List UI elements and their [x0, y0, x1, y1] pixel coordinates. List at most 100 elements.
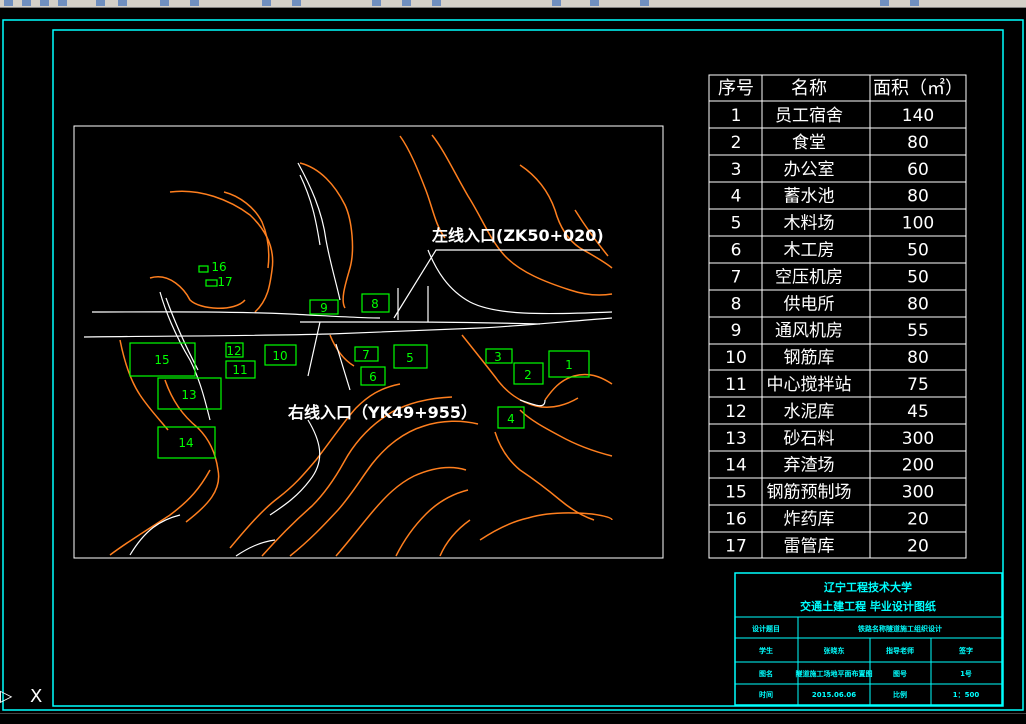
table-cell: 11 — [725, 375, 747, 395]
table-cell: 蓄水池 — [784, 187, 835, 207]
command-line[interactable] — [0, 713, 1026, 724]
table-cell: 1 — [731, 106, 742, 126]
table-cell: 中心搅拌站 — [767, 375, 852, 395]
row3-cell: 图名 — [759, 669, 773, 678]
row2-cell: 张晓东 — [824, 646, 845, 655]
site-plan-border — [73, 125, 664, 559]
table-cell: 17 — [725, 536, 747, 556]
table-cell: 140 — [902, 106, 934, 126]
ucs-arrow-icon: ▷ — [0, 686, 13, 705]
table-cell: 空压机房 — [775, 267, 843, 287]
marker-label-16: 16 — [211, 260, 226, 274]
row1-label: 设计题目 — [752, 624, 780, 633]
table-header: 名称 — [791, 78, 827, 99]
site-plan: 1 2 3 4 5 6 7 8 9 10 11 12 13 14 15 16 1… — [73, 125, 664, 559]
table-cell: 水泥库 — [784, 402, 835, 422]
table-cell: 3 — [731, 160, 742, 180]
table-text: 序号 名称 面积（㎡） — [718, 77, 963, 99]
table-cell: 13 — [725, 429, 747, 449]
table-cell: 员工宿舍 — [775, 106, 843, 126]
table-cell: 20 — [907, 536, 929, 556]
table-cell: 弃渣场 — [784, 456, 835, 476]
marker-label-1: 1 — [565, 358, 573, 372]
table-cell: 8 — [731, 294, 742, 314]
table-cell: 75 — [907, 375, 929, 395]
title-block-text: 辽宁工程技术大学 交通土建工程 毕业设计图纸 设计题目 铁路名称隧道施工组织设计… — [752, 580, 979, 699]
table-cell: 50 — [907, 241, 929, 261]
row4-cell: 时间 — [759, 690, 773, 699]
right-entrance-label: 右线入口（YK49+955） — [288, 403, 477, 422]
marker-label-7: 7 — [362, 348, 370, 362]
table-cell: 钢筋预制场 — [767, 483, 852, 503]
row4-cell: 2015.06.06 — [812, 691, 856, 699]
drawing-canvas[interactable]: 1 2 3 4 5 6 7 8 9 10 11 12 13 14 15 16 1… — [0, 0, 1026, 723]
table-header: 面积（㎡） — [873, 77, 963, 99]
marker-label-13: 13 — [181, 388, 196, 402]
table-cell: 木工房 — [784, 241, 835, 261]
marker-label-5: 5 — [406, 351, 414, 365]
row4-cell: 比例 — [893, 690, 907, 699]
marker-label-14: 14 — [178, 436, 193, 450]
row2-cell: 指导老师 — [886, 646, 914, 655]
table-cell: 木料场 — [784, 214, 835, 234]
table-rows: 1 员工宿舍 140 2 食堂 80 3 办公室 60 4 蓄水池 80 5 木料场 100 6 木工房 50 7 空… — [725, 106, 934, 556]
marker-label-12: 12 — [226, 344, 241, 358]
row3-cell: 隧道施工场地平面布置图 — [796, 669, 873, 678]
row1-value: 铁路名称隧道施工组织设计 — [858, 624, 942, 633]
marker-label-9: 9 — [320, 301, 328, 315]
table-cell: 2 — [731, 133, 742, 153]
table-cell: 300 — [902, 483, 934, 503]
marker-label-6: 6 — [369, 370, 377, 384]
table-cell: 55 — [907, 321, 929, 341]
marker-label-4: 4 — [507, 412, 515, 426]
table-cell: 6 — [731, 241, 742, 261]
table-cell: 10 — [725, 348, 747, 368]
table-cell: 9 — [731, 321, 742, 341]
row3-cell: 1号 — [960, 669, 972, 678]
table-cell: 办公室 — [784, 160, 835, 180]
table-cell: 通风机房 — [775, 321, 843, 341]
table-cell: 15 — [725, 483, 747, 503]
marker-label-17: 17 — [217, 275, 232, 289]
row3-cell: 图号 — [893, 669, 907, 678]
table-cell: 200 — [902, 456, 934, 476]
table-cell: 80 — [907, 348, 929, 368]
table-cell: 7 — [731, 267, 742, 287]
building-17[interactable] — [205, 279, 218, 287]
table-cell: 45 — [907, 402, 929, 422]
table-cell: 钢筋库 — [784, 348, 835, 368]
row2-cell: 学生 — [759, 646, 773, 655]
marker-label-15: 15 — [154, 353, 169, 367]
table-cell: 5 — [731, 214, 742, 234]
table-cell: 300 — [902, 429, 934, 449]
table-cell: 食堂 — [792, 133, 826, 153]
marker-label-10: 10 — [272, 349, 287, 363]
marker-label-8: 8 — [371, 297, 379, 311]
table-cell: 12 — [725, 402, 747, 422]
table-cell: 供电所 — [784, 294, 835, 314]
marker-label-11: 11 — [232, 363, 247, 377]
table-cell: 4 — [731, 187, 742, 207]
left-entrance-label: 左线入口(ZK50+020) — [431, 226, 604, 245]
row2-cell: 签字 — [958, 646, 973, 655]
table-cell: 80 — [907, 133, 929, 153]
marker-label-3: 3 — [494, 350, 502, 364]
building-16[interactable] — [198, 265, 209, 273]
table-cell: 80 — [907, 187, 929, 207]
table-cell: 雷管库 — [784, 536, 835, 556]
table-cell: 80 — [907, 294, 929, 314]
table-cell: 60 — [907, 160, 929, 180]
table-cell: 砂石料 — [784, 429, 835, 449]
table-cell: 50 — [907, 267, 929, 287]
table-header: 序号 — [718, 78, 754, 99]
table-cell: 16 — [725, 510, 747, 530]
drawing-subtitle: 交通土建工程 毕业设计图纸 — [800, 599, 936, 613]
table-cell: 100 — [902, 214, 934, 234]
title-block: 辽宁工程技术大学 交通土建工程 毕业设计图纸 设计题目 铁路名称隧道施工组织设计… — [734, 572, 1003, 706]
table-cell: 14 — [725, 456, 747, 476]
area-table: 序号 名称 面积（㎡） 1 员工宿舍 140 2 食堂 80 3 办公室 60 4 蓄水池 80 5 木料… — [708, 74, 967, 559]
table-cell: 20 — [907, 510, 929, 530]
row4-cell: 1：500 — [953, 691, 980, 699]
ucs-axis-label: X — [30, 686, 43, 707]
school-name: 辽宁工程技术大学 — [824, 580, 912, 594]
